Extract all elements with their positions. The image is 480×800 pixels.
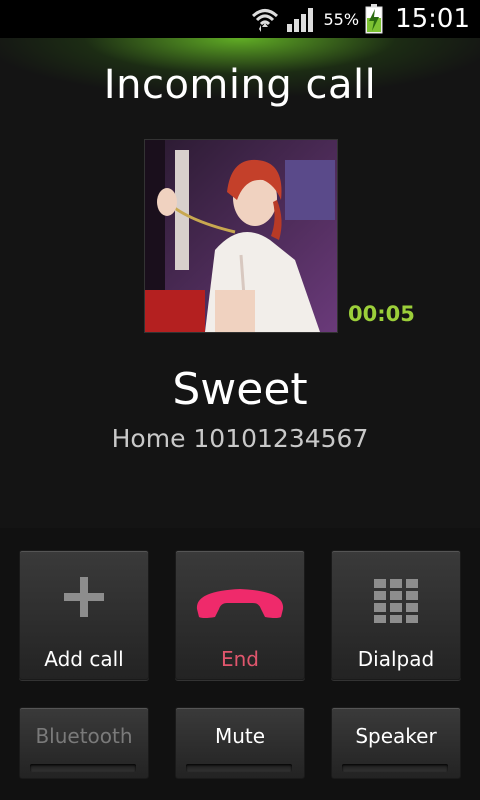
- phone-hangup-icon: [196, 589, 284, 618]
- mute-toggle[interactable]: Mute: [175, 707, 305, 779]
- battery-percent: 55%: [323, 9, 360, 29]
- battery-charging-icon: [365, 4, 383, 34]
- speaker-indicator: [342, 764, 448, 772]
- dialpad-button[interactable]: Dialpad: [331, 550, 461, 680]
- bluetooth-indicator: [30, 764, 136, 772]
- speaker-label: Speaker: [355, 724, 437, 748]
- contact-number: Home 10101234567: [111, 424, 369, 453]
- plus-icon: [64, 577, 104, 617]
- end-call-label: End: [220, 647, 259, 671]
- contact-photo: [144, 139, 338, 333]
- contact-name: Sweet: [172, 364, 308, 415]
- call-status-title: Incoming call: [103, 62, 377, 108]
- signal-icon: [286, 8, 313, 32]
- mute-label: Mute: [214, 724, 266, 748]
- clock: 15:01: [395, 4, 470, 34]
- dialpad-label: Dialpad: [357, 647, 435, 671]
- bluetooth-label: Bluetooth: [35, 724, 133, 748]
- speaker-toggle[interactable]: Speaker: [331, 707, 461, 779]
- add-call-button[interactable]: Add call: [19, 550, 149, 680]
- wifi-icon: [251, 9, 278, 32]
- dialpad-icon: [374, 579, 418, 623]
- mute-indicator: [186, 764, 292, 772]
- call-timer: 00:05: [348, 302, 415, 326]
- status-icons: 55% 15:01: [250, 0, 470, 38]
- status-bar: 55% 15:01: [0, 0, 480, 38]
- bluetooth-toggle[interactable]: Bluetooth: [19, 707, 149, 779]
- end-call-button[interactable]: End: [175, 550, 305, 680]
- add-call-label: Add call: [44, 647, 124, 671]
